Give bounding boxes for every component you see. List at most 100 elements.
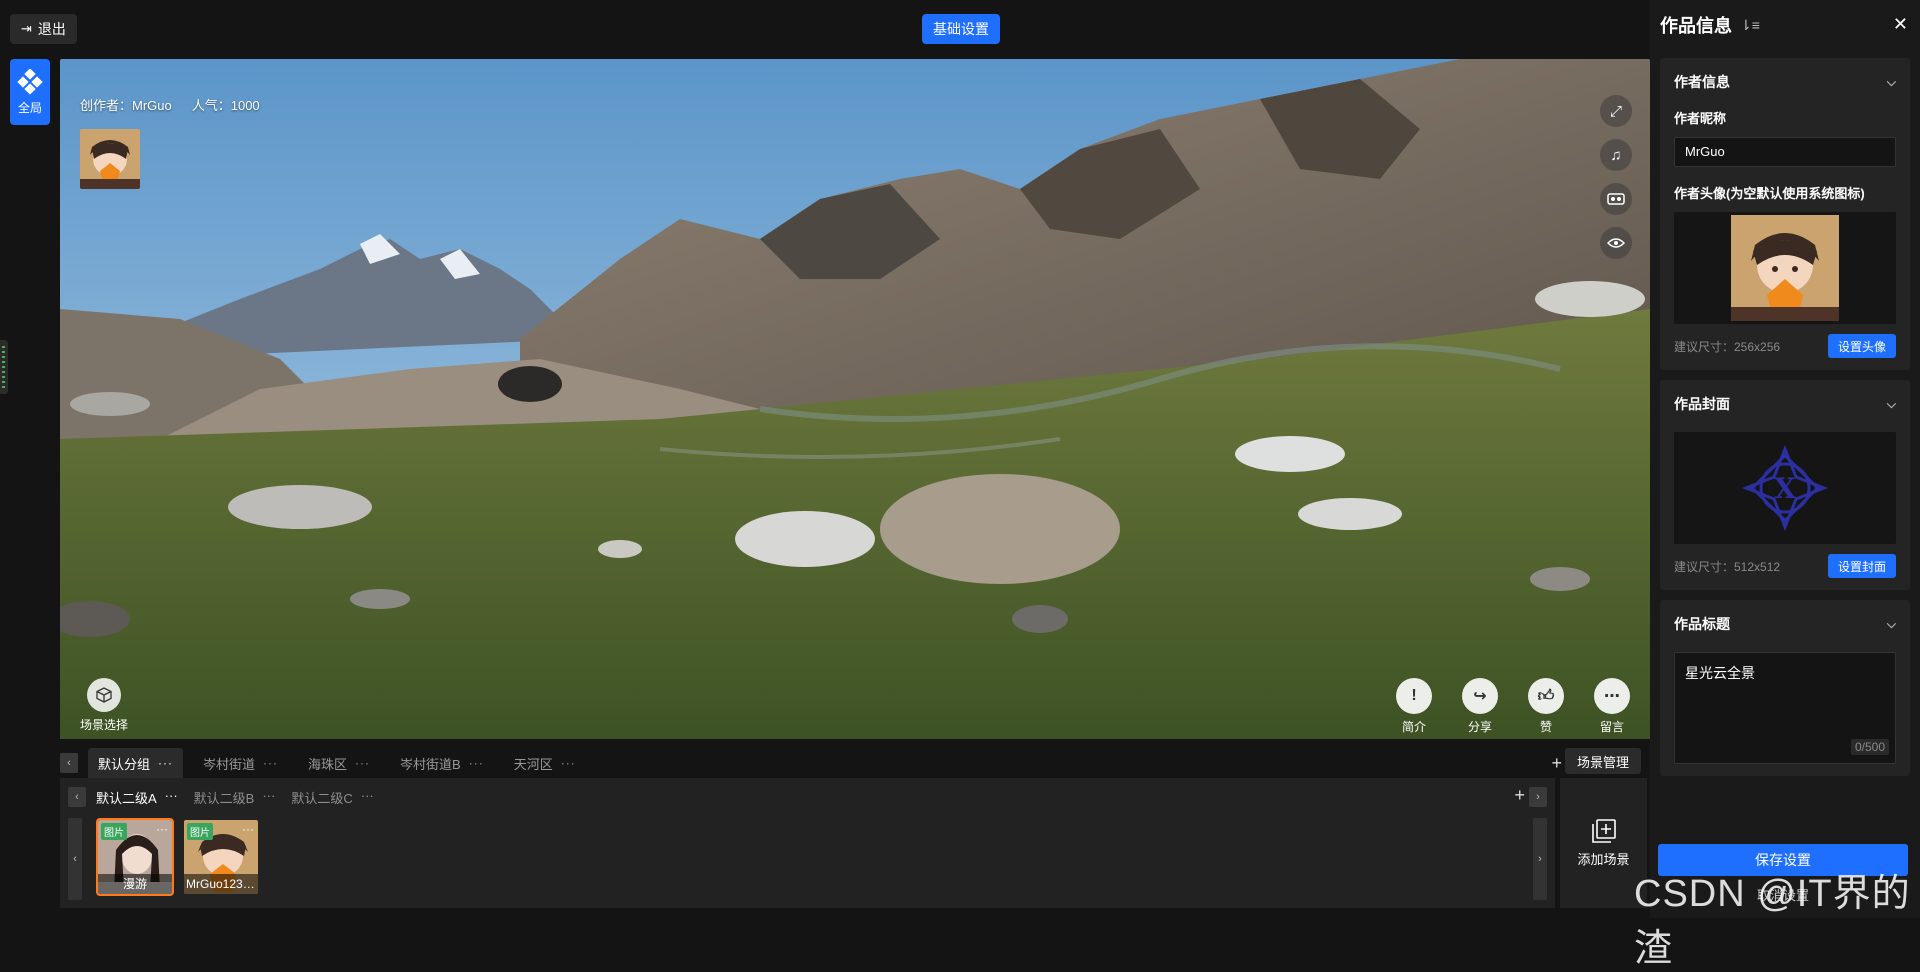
panorama-viewer[interactable]: 创作者：MrGuo 人气：1000 ⤢ ♫ 场景选择 ! 简介 ↪ 分享 👍︎ … bbox=[60, 59, 1650, 739]
card-header[interactable]: 作者信息 ⌵ bbox=[1674, 72, 1896, 92]
eye-icon[interactable] bbox=[1600, 227, 1632, 259]
more-icon[interactable]: ··· bbox=[561, 756, 576, 770]
more-icon[interactable]: ··· bbox=[158, 756, 173, 770]
tab-group-default[interactable]: 默认分组 ··· bbox=[88, 748, 184, 778]
avatar-size-hint: 建议尺寸：256x256 bbox=[1674, 339, 1781, 354]
card-title: 作品封面 bbox=[1674, 396, 1730, 412]
popularity-count: 人气：1000 bbox=[191, 98, 260, 113]
subtab-label: 默认二级B bbox=[193, 790, 255, 806]
group-tabs: ‹ 默认分组 ··· 岑村街道 ··· 海珠区 ··· 岑村街道B ··· 天河… bbox=[60, 748, 1590, 778]
tab-group-haizhu[interactable]: 海珠区 ··· bbox=[298, 748, 380, 778]
svg-text:X: X bbox=[1774, 472, 1796, 505]
cube-icon bbox=[87, 678, 121, 712]
work-title-value: 星光云全景 bbox=[1685, 665, 1755, 681]
scene-thumbnail[interactable]: 图片 ··· 漫游 bbox=[96, 818, 174, 896]
chevron-down-icon[interactable]: ⌵ bbox=[1887, 397, 1896, 412]
work-info-panel: 作品信息 ⇂≡ ✕ 作者信息 ⌵ 作者昵称 MrGuo 作者头像(为空默认使用系… bbox=[1650, 0, 1920, 918]
share-button[interactable]: ↪ 分享 bbox=[1462, 678, 1498, 735]
author-info-card: 作者信息 ⌵ 作者昵称 MrGuo 作者头像(为空默认使用系统图标) 建议尺寸：… bbox=[1660, 58, 1910, 370]
comment-button[interactable]: ⋯ 留言 bbox=[1594, 678, 1630, 735]
viewer-tools: ⤢ ♫ bbox=[1600, 95, 1632, 259]
tab-label: 岑村街道 bbox=[203, 756, 256, 772]
creator-name: 创作者：MrGuo bbox=[80, 98, 172, 113]
side-drag-handle[interactable] bbox=[0, 340, 8, 394]
more-icon[interactable]: ··· bbox=[165, 788, 178, 807]
subtab-b[interactable]: 默认二级B ··· bbox=[194, 788, 276, 807]
more-icon[interactable]: ··· bbox=[355, 756, 370, 770]
exit-icon: ⇥ bbox=[21, 21, 32, 36]
cover-preview[interactable]: X bbox=[1674, 432, 1896, 544]
more-icon[interactable]: ··· bbox=[262, 788, 275, 807]
chevron-left-icon[interactable]: ‹ bbox=[68, 818, 82, 900]
cancel-settings-button[interactable]: 取消设置 bbox=[1658, 880, 1908, 908]
share-icon: ↪ bbox=[1462, 678, 1498, 714]
add-group-icon[interactable]: + bbox=[1551, 753, 1562, 774]
work-title-textarea[interactable]: 星光云全景 0/500 bbox=[1674, 652, 1896, 764]
sort-icon[interactable]: ⇂≡ bbox=[1740, 17, 1760, 34]
tab-group-cencun[interactable]: 岑村街道 ··· bbox=[193, 748, 288, 778]
global-button[interactable]: 全局 bbox=[10, 59, 50, 125]
subtab-a[interactable]: 默认二级A ··· bbox=[96, 788, 178, 807]
basic-settings-button[interactable]: 基础设置 bbox=[922, 14, 1000, 44]
avatar-image bbox=[80, 129, 140, 189]
card-title: 作品标题 bbox=[1674, 616, 1730, 632]
intro-button[interactable]: ! 简介 bbox=[1396, 678, 1432, 735]
close-icon[interactable]: ✕ bbox=[1893, 14, 1908, 35]
fullscreen-icon[interactable]: ⤢ bbox=[1600, 95, 1632, 127]
nickname-input[interactable]: MrGuo bbox=[1674, 137, 1896, 167]
card-header[interactable]: 作品封面 ⌵ bbox=[1674, 394, 1896, 414]
save-settings-button[interactable]: 保存设置 bbox=[1658, 844, 1908, 876]
card-header[interactable]: 作品标题 ⌵ bbox=[1674, 614, 1896, 634]
author-avatar-image bbox=[1731, 215, 1839, 321]
set-cover-button[interactable]: 设置封面 bbox=[1827, 554, 1896, 578]
add-subgroup-icon[interactable]: + bbox=[1514, 785, 1525, 806]
more-icon[interactable]: ··· bbox=[469, 756, 484, 770]
scene-type-tag: 图片 bbox=[101, 823, 127, 840]
cover-logo-icon: X bbox=[1741, 444, 1829, 532]
panel-content[interactable]: 作者信息 ⌵ 作者昵称 MrGuo 作者头像(为空默认使用系统图标) 建议尺寸：… bbox=[1660, 58, 1910, 838]
chevron-left-icon[interactable]: ‹ bbox=[68, 787, 86, 807]
like-button[interactable]: 👍︎ 赞 bbox=[1528, 678, 1564, 735]
more-icon[interactable]: ··· bbox=[361, 788, 374, 807]
global-label: 全局 bbox=[17, 100, 42, 115]
panel-header: 作品信息 ⇂≡ ✕ bbox=[1660, 10, 1910, 40]
add-image-icon bbox=[1591, 818, 1616, 843]
more-icon[interactable]: ··· bbox=[263, 756, 278, 770]
subtab-c[interactable]: 默认二级C ··· bbox=[291, 788, 373, 807]
char-count: 0/500 bbox=[1850, 739, 1889, 755]
add-scene-button[interactable]: 添加场景 bbox=[1560, 778, 1647, 908]
like-label: 赞 bbox=[1539, 720, 1552, 734]
tab-label: 默认分组 bbox=[98, 756, 151, 772]
add-scene-label: 添加场景 bbox=[1577, 851, 1630, 867]
subtab-label: 默认二级A bbox=[96, 790, 157, 806]
nickname-label: 作者昵称 bbox=[1674, 111, 1727, 126]
scene-manage-tab[interactable]: 场景管理 bbox=[1565, 748, 1642, 774]
chevron-left-icon[interactable]: ‹ bbox=[60, 753, 78, 773]
scene-thumbnail[interactable]: 图片 ··· MrGuo1231... bbox=[182, 818, 260, 896]
scene-select-button[interactable]: 场景选择 bbox=[80, 678, 128, 733]
top-bar: ⇥ 退出 基础设置 bbox=[0, 0, 1648, 58]
set-avatar-button[interactable]: 设置头像 bbox=[1827, 334, 1896, 358]
exit-label: 退出 bbox=[37, 21, 66, 37]
tab-group-tianhe[interactable]: 天河区 ··· bbox=[504, 748, 586, 778]
exit-button[interactable]: ⇥ 退出 bbox=[10, 14, 77, 44]
chevron-right-icon[interactable]: › bbox=[1533, 818, 1547, 900]
more-icon[interactable]: ··· bbox=[156, 822, 168, 836]
subtab-label: 默认二级C bbox=[291, 790, 353, 806]
cover-size-hint: 建议尺寸：512x512 bbox=[1674, 559, 1781, 574]
chevron-down-icon[interactable]: ⌵ bbox=[1887, 75, 1896, 90]
comment-label: 留言 bbox=[1599, 720, 1624, 734]
card-title: 作者信息 bbox=[1674, 74, 1730, 90]
vr-glasses-icon[interactable] bbox=[1600, 183, 1632, 215]
avatar-preview[interactable] bbox=[1674, 212, 1896, 324]
title-card: 作品标题 ⌵ 星光云全景 0/500 bbox=[1660, 600, 1910, 776]
more-icon[interactable]: ··· bbox=[242, 822, 254, 836]
cover-hint-row: 建议尺寸：512x512 设置封面 bbox=[1674, 554, 1896, 578]
chevron-right-icon[interactable]: › bbox=[1529, 787, 1547, 807]
chevron-down-icon[interactable]: ⌵ bbox=[1887, 617, 1896, 632]
tab-group-cencun-b[interactable]: 岑村街道B ··· bbox=[390, 748, 494, 778]
music-icon[interactable]: ♫ bbox=[1600, 139, 1632, 171]
scene-thumbnails: ‹ 图片 ··· 漫游 图片 ··· MrGuo1231... › bbox=[68, 818, 1547, 900]
tab-label: 天河区 bbox=[513, 756, 553, 772]
creator-info: 创作者：MrGuo 人气：1000 bbox=[80, 95, 260, 114]
